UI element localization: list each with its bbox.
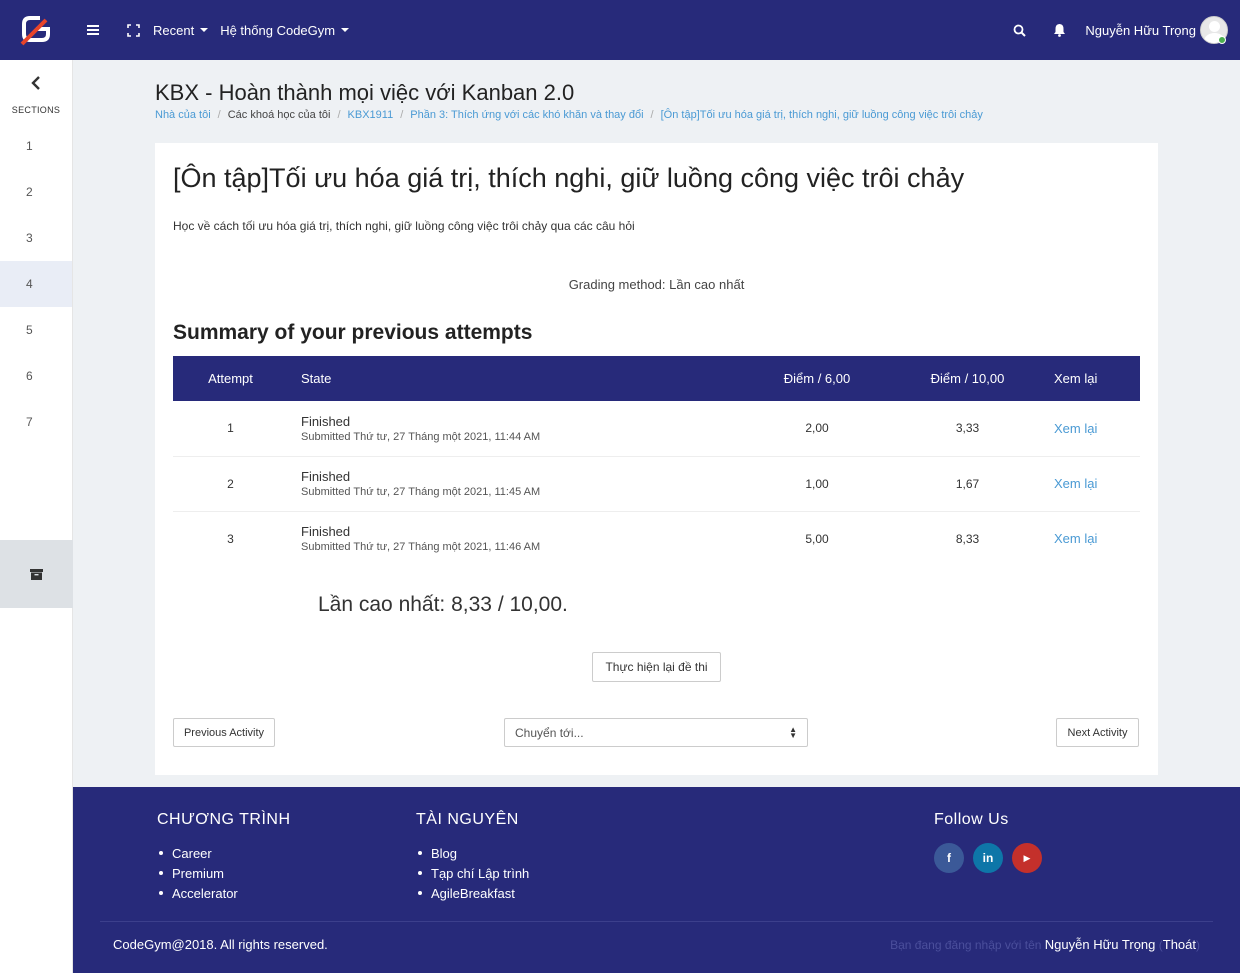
codegym-logo[interactable] (0, 0, 73, 60)
collapse-sidebar-button[interactable] (0, 60, 72, 105)
copyright: CodeGym@2018. All rights reserved. (113, 937, 328, 952)
col-review: Xem lại (1054, 371, 1098, 386)
caret-down-icon (200, 28, 209, 32)
quiz-title: [Ôn tập]Tối ưu hóa giá trị, thích nghi, … (173, 163, 965, 193)
footer-follow-title: Follow Us (934, 811, 1009, 828)
review-link[interactable]: Xem lại (1054, 476, 1097, 491)
attempt-state: Finished Submitted Thứ tư, 27 Tháng một … (288, 456, 743, 512)
breadcrumb-my-courses: Các khoá học của tôi (227, 109, 331, 121)
attempt-number: 1 (173, 401, 288, 457)
user-menu-name[interactable]: Nguyễn Hữu Trọng (1085, 23, 1196, 38)
state-status: Finished (301, 524, 351, 540)
search-icon[interactable] (999, 0, 1039, 60)
grading-method: Grading method: Lần cao nhất (568, 277, 745, 292)
score-10: 3,33 (891, 401, 1044, 457)
state-submitted: Submitted Thứ tư, 27 Tháng một 2021, 11:… (301, 486, 541, 498)
attempts-table: Attempt State Điểm / 6,00 Điểm / 10,00 X… (173, 356, 1140, 566)
score-6: 1,00 (743, 456, 891, 512)
system-menu[interactable]: Hệ thống CodeGym (220, 22, 350, 38)
score-10: 8,33 (955, 531, 980, 546)
next-activity-button[interactable]: Next Activity (1056, 718, 1139, 747)
col-attempt: Attempt (208, 371, 253, 386)
recent-menu[interactable]: Recent (153, 22, 209, 38)
footer-link-career[interactable]: Career (157, 843, 291, 863)
score-6: 2,00 (743, 401, 891, 457)
fullscreen-icon[interactable] (113, 0, 153, 60)
sidebar-section-3[interactable]: 3 (0, 215, 72, 261)
select-arrows-icon: ▲ ▼ (789, 725, 797, 740)
jump-to-select-value: Chuyển tới... (515, 725, 584, 740)
breadcrumb: Nhà của tôi / Các khoá học của tôi / KBX… (155, 109, 983, 121)
login-info: Bạn đang đăng nhập với tên Nguyễn Hữu Tr… (890, 937, 1200, 952)
score-6: 5,00 (805, 531, 829, 546)
login-username-link[interactable]: Nguyễn Hữu Trọng (1045, 937, 1156, 952)
sidebar-section-4[interactable]: 4 (0, 261, 72, 307)
footer-programs-title: CHƯƠNG TRÌNH (157, 811, 291, 828)
highest-grade: Lần cao nhất: 8,33 / 10,00. (318, 593, 568, 616)
footer-resources-title: TÀI NGUYÊN (416, 811, 519, 828)
sidebar-section-7[interactable]: 7 (0, 399, 72, 445)
online-status-indicator (1218, 36, 1226, 44)
sections-title: SECTIONS (11, 105, 61, 115)
hamburger-menu-icon[interactable] (73, 0, 113, 60)
footer-programs: CHƯƠNG TRÌNH Career Premium Accelerator (157, 811, 291, 903)
state-status: Finished (301, 413, 351, 429)
jump-to-select[interactable]: Chuyển tới... ▲ ▼ (504, 718, 808, 747)
archive-button[interactable] (0, 540, 73, 608)
footer-link-blog[interactable]: Blog (416, 843, 529, 863)
notification-bell-icon[interactable] (1039, 0, 1079, 60)
attempt-number: 3 (227, 531, 234, 546)
top-navbar: Recent Hệ thống CodeGym Nguyễn Hữu Trọng (0, 0, 1240, 60)
logout-link[interactable]: Thoát (1163, 937, 1196, 952)
col-score-6: Điểm / 6,00 (783, 371, 851, 386)
table-header-row: Attempt State Điểm / 6,00 Điểm / 10,00 X… (173, 356, 1140, 401)
table-row: 1 Finished Submitted Thứ tư, 27 Tháng mộ… (173, 401, 1140, 457)
footer-link-magazine[interactable]: Tạp chí Lập trình (416, 863, 529, 883)
sidebar-section-1[interactable]: 1 (0, 123, 72, 169)
sidebar-section-5[interactable]: 5 (0, 307, 72, 353)
table-row: 3 Finished Submitted Thứ tư, 27 Tháng mộ… (173, 511, 1140, 566)
footer-link-premium[interactable]: Premium (157, 863, 291, 883)
quiz-card: [Ôn tập]Tối ưu hóa giá trị, thích nghi, … (155, 143, 1158, 775)
attempt-state: Finished Submitted Thứ tư, 27 Tháng một … (288, 511, 743, 566)
course-title: KBX - Hoàn thành mọi việc với Kanban 2.0 (155, 80, 575, 105)
quiz-description: Học về cách tối ưu hóa giá trị, thích ng… (173, 219, 635, 233)
sections-sidebar: SECTIONS 1 2 3 4 5 6 7 (0, 60, 73, 973)
review-link[interactable]: Xem lại (1054, 531, 1097, 546)
attempt-state: Finished Submitted Thứ tư, 27 Tháng một … (288, 401, 743, 457)
footer-follow: Follow Us f in ▶ (934, 811, 1042, 873)
col-score-10: Điểm / 10,00 (930, 371, 1005, 386)
col-state: State (301, 371, 332, 386)
state-status: Finished (301, 469, 351, 484)
breadcrumb-course[interactable]: KBX1911 (348, 109, 394, 121)
state-submitted: Submitted Thứ tư, 27 Tháng một 2021, 11:… (301, 541, 541, 554)
table-row: 2 Finished Submitted Thứ tư, 27 Tháng mộ… (173, 456, 1140, 512)
archive-icon (30, 568, 43, 580)
state-submitted: Submitted Thứ tư, 27 Tháng một 2021, 11:… (301, 430, 541, 443)
recent-menu-label: Recent (153, 22, 195, 38)
breadcrumb-quiz[interactable]: [Ôn tập]Tối ưu hóa giá trị, thích nghi, … (661, 109, 983, 121)
linkedin-icon[interactable]: in (973, 843, 1003, 873)
chevron-left-icon (31, 75, 40, 90)
sidebar-section-6[interactable]: 6 (0, 353, 72, 399)
review-link[interactable]: Xem lại (1054, 421, 1097, 436)
facebook-icon[interactable]: f (934, 843, 964, 873)
breadcrumb-home[interactable]: Nhà của tôi (155, 109, 211, 121)
footer-link-accelerator[interactable]: Accelerator (157, 883, 291, 903)
breadcrumb-section[interactable]: Phần 3: Thích ứng với các khó khăn và th… (410, 109, 643, 121)
footer: CHƯƠNG TRÌNH Career Premium Accelerator … (73, 787, 1240, 973)
login-prefix: Bạn đang đăng nhập với tên (890, 938, 1042, 952)
youtube-icon[interactable]: ▶ (1012, 843, 1042, 873)
footer-resources: TÀI NGUYÊN Blog Tạp chí Lập trình AgileB… (416, 811, 529, 903)
footer-divider (100, 921, 1213, 922)
footer-link-agilebreakfast[interactable]: AgileBreakfast (416, 883, 529, 903)
attempt-number: 2 (173, 456, 288, 512)
sidebar-section-2[interactable]: 2 (0, 169, 72, 215)
retry-quiz-button[interactable]: Thực hiện lại đề thi (592, 652, 721, 682)
caret-down-icon (341, 28, 350, 32)
summary-title: Summary of your previous attempts (173, 321, 533, 344)
score-10: 1,67 (891, 456, 1044, 512)
previous-activity-button[interactable]: Previous Activity (173, 718, 275, 747)
system-menu-label: Hệ thống CodeGym (220, 22, 336, 38)
